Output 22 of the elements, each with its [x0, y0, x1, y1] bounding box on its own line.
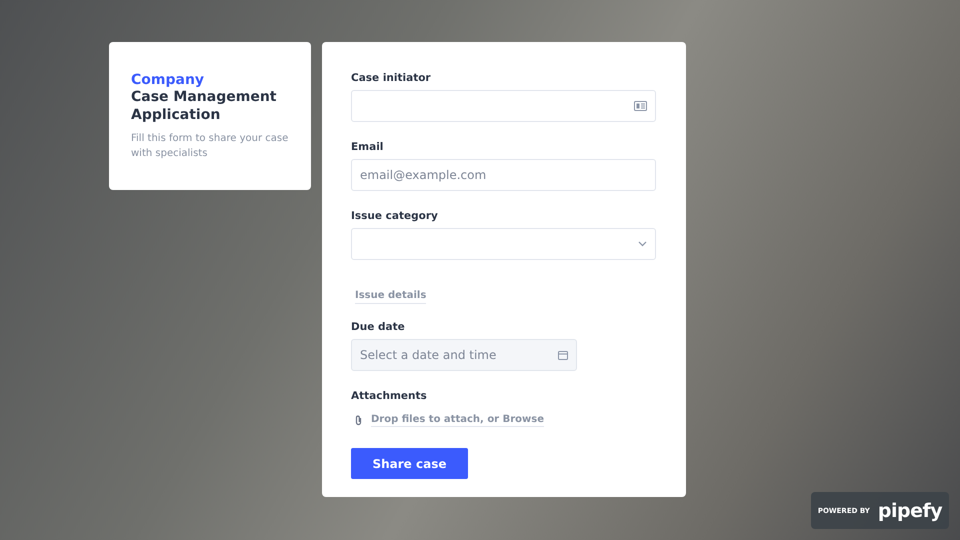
field-label: Email: [351, 141, 384, 153]
paperclip-icon: [354, 415, 363, 426]
brand-logo: pipefy: [878, 500, 942, 522]
issue-details-link[interactable]: Issue details: [355, 290, 426, 304]
input-field[interactable]: [351, 90, 656, 122]
attach-files-link[interactable]: Drop files to attach, or Browse: [371, 414, 544, 427]
placeholder-text: email@example.com: [360, 168, 488, 182]
email-field[interactable]: email@example.com: [351, 159, 656, 191]
company-name: Company: [131, 72, 206, 88]
field-label: Due date: [351, 321, 406, 333]
form-title: Case Management Application: [131, 88, 278, 124]
field-label: Attachments: [351, 390, 428, 402]
share-case-button[interactable]: Share case: [351, 448, 468, 479]
placeholder-text: Select a date and time: [360, 348, 498, 362]
field-label: Case initiator: [351, 72, 432, 84]
form-description: Fill this form to share your case with specialists: [131, 132, 289, 161]
calendar-icon: [558, 350, 568, 360]
chevron-down-icon: [638, 241, 647, 247]
id-card-icon: [634, 101, 647, 111]
date-field[interactable]: Select a date and time: [351, 339, 577, 371]
field-label: Issue category: [351, 210, 439, 222]
dropdown-field[interactable]: [351, 228, 656, 260]
